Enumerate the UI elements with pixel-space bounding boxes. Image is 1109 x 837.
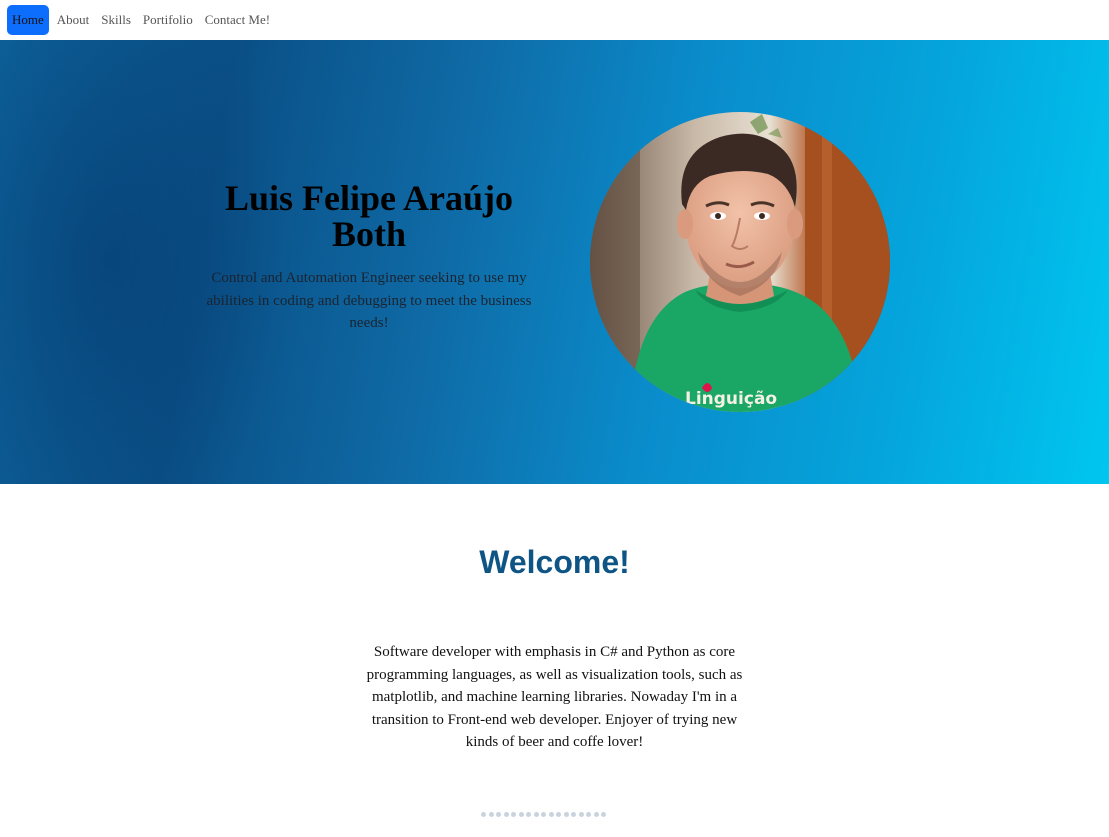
pagination-dot[interactable] — [556, 812, 561, 817]
pagination-dot[interactable] — [541, 812, 546, 817]
pagination-dot[interactable] — [563, 812, 569, 817]
pagination-dot[interactable] — [503, 812, 509, 817]
hero-tagline: Control and Automation Engineer seeking … — [206, 270, 532, 331]
nav-skills[interactable]: Skills — [95, 6, 137, 34]
pagination-dot[interactable] — [533, 812, 539, 817]
profile-photo: Linguição — [590, 112, 890, 412]
pagination-dot[interactable] — [526, 812, 531, 817]
pagination-dot[interactable] — [511, 812, 516, 817]
pagination-dot[interactable] — [601, 812, 606, 817]
pagination-dot[interactable] — [488, 812, 494, 817]
welcome-title: Welcome! — [479, 544, 630, 580]
welcome-text: Software developer with emphasis in C# a… — [366, 644, 743, 750]
top-navbar: Home About Skills Portifolio Contact Me! — [0, 0, 1109, 40]
pagination-dot[interactable] — [586, 812, 591, 817]
pagination-dot[interactable] — [518, 812, 524, 817]
hero-section: Luis Felipe Araújo Both Control and Auto… — [0, 40, 1109, 484]
nav-home[interactable]: Home — [7, 5, 49, 35]
nav-contact[interactable]: Contact Me! — [199, 6, 276, 34]
pagination-dot[interactable] — [578, 812, 584, 817]
nav-portfolio[interactable]: Portifolio — [137, 6, 199, 34]
pagination-dot[interactable] — [571, 812, 576, 817]
profile-photo-illustration: Linguição — [590, 112, 890, 412]
pagination-dot[interactable] — [481, 812, 486, 817]
pagination-dot[interactable] — [593, 812, 599, 817]
hero-name: Luis Felipe Araújo Both — [224, 178, 514, 254]
pagination-dot[interactable] — [548, 812, 554, 817]
hero-text-block: Luis Felipe Araújo Both Control and Auto… — [200, 180, 538, 335]
pagination-dot[interactable] — [496, 812, 501, 817]
shirt-print: Linguição — [685, 389, 777, 409]
pagination-dots — [481, 812, 606, 817]
nav-about[interactable]: About — [51, 6, 96, 34]
